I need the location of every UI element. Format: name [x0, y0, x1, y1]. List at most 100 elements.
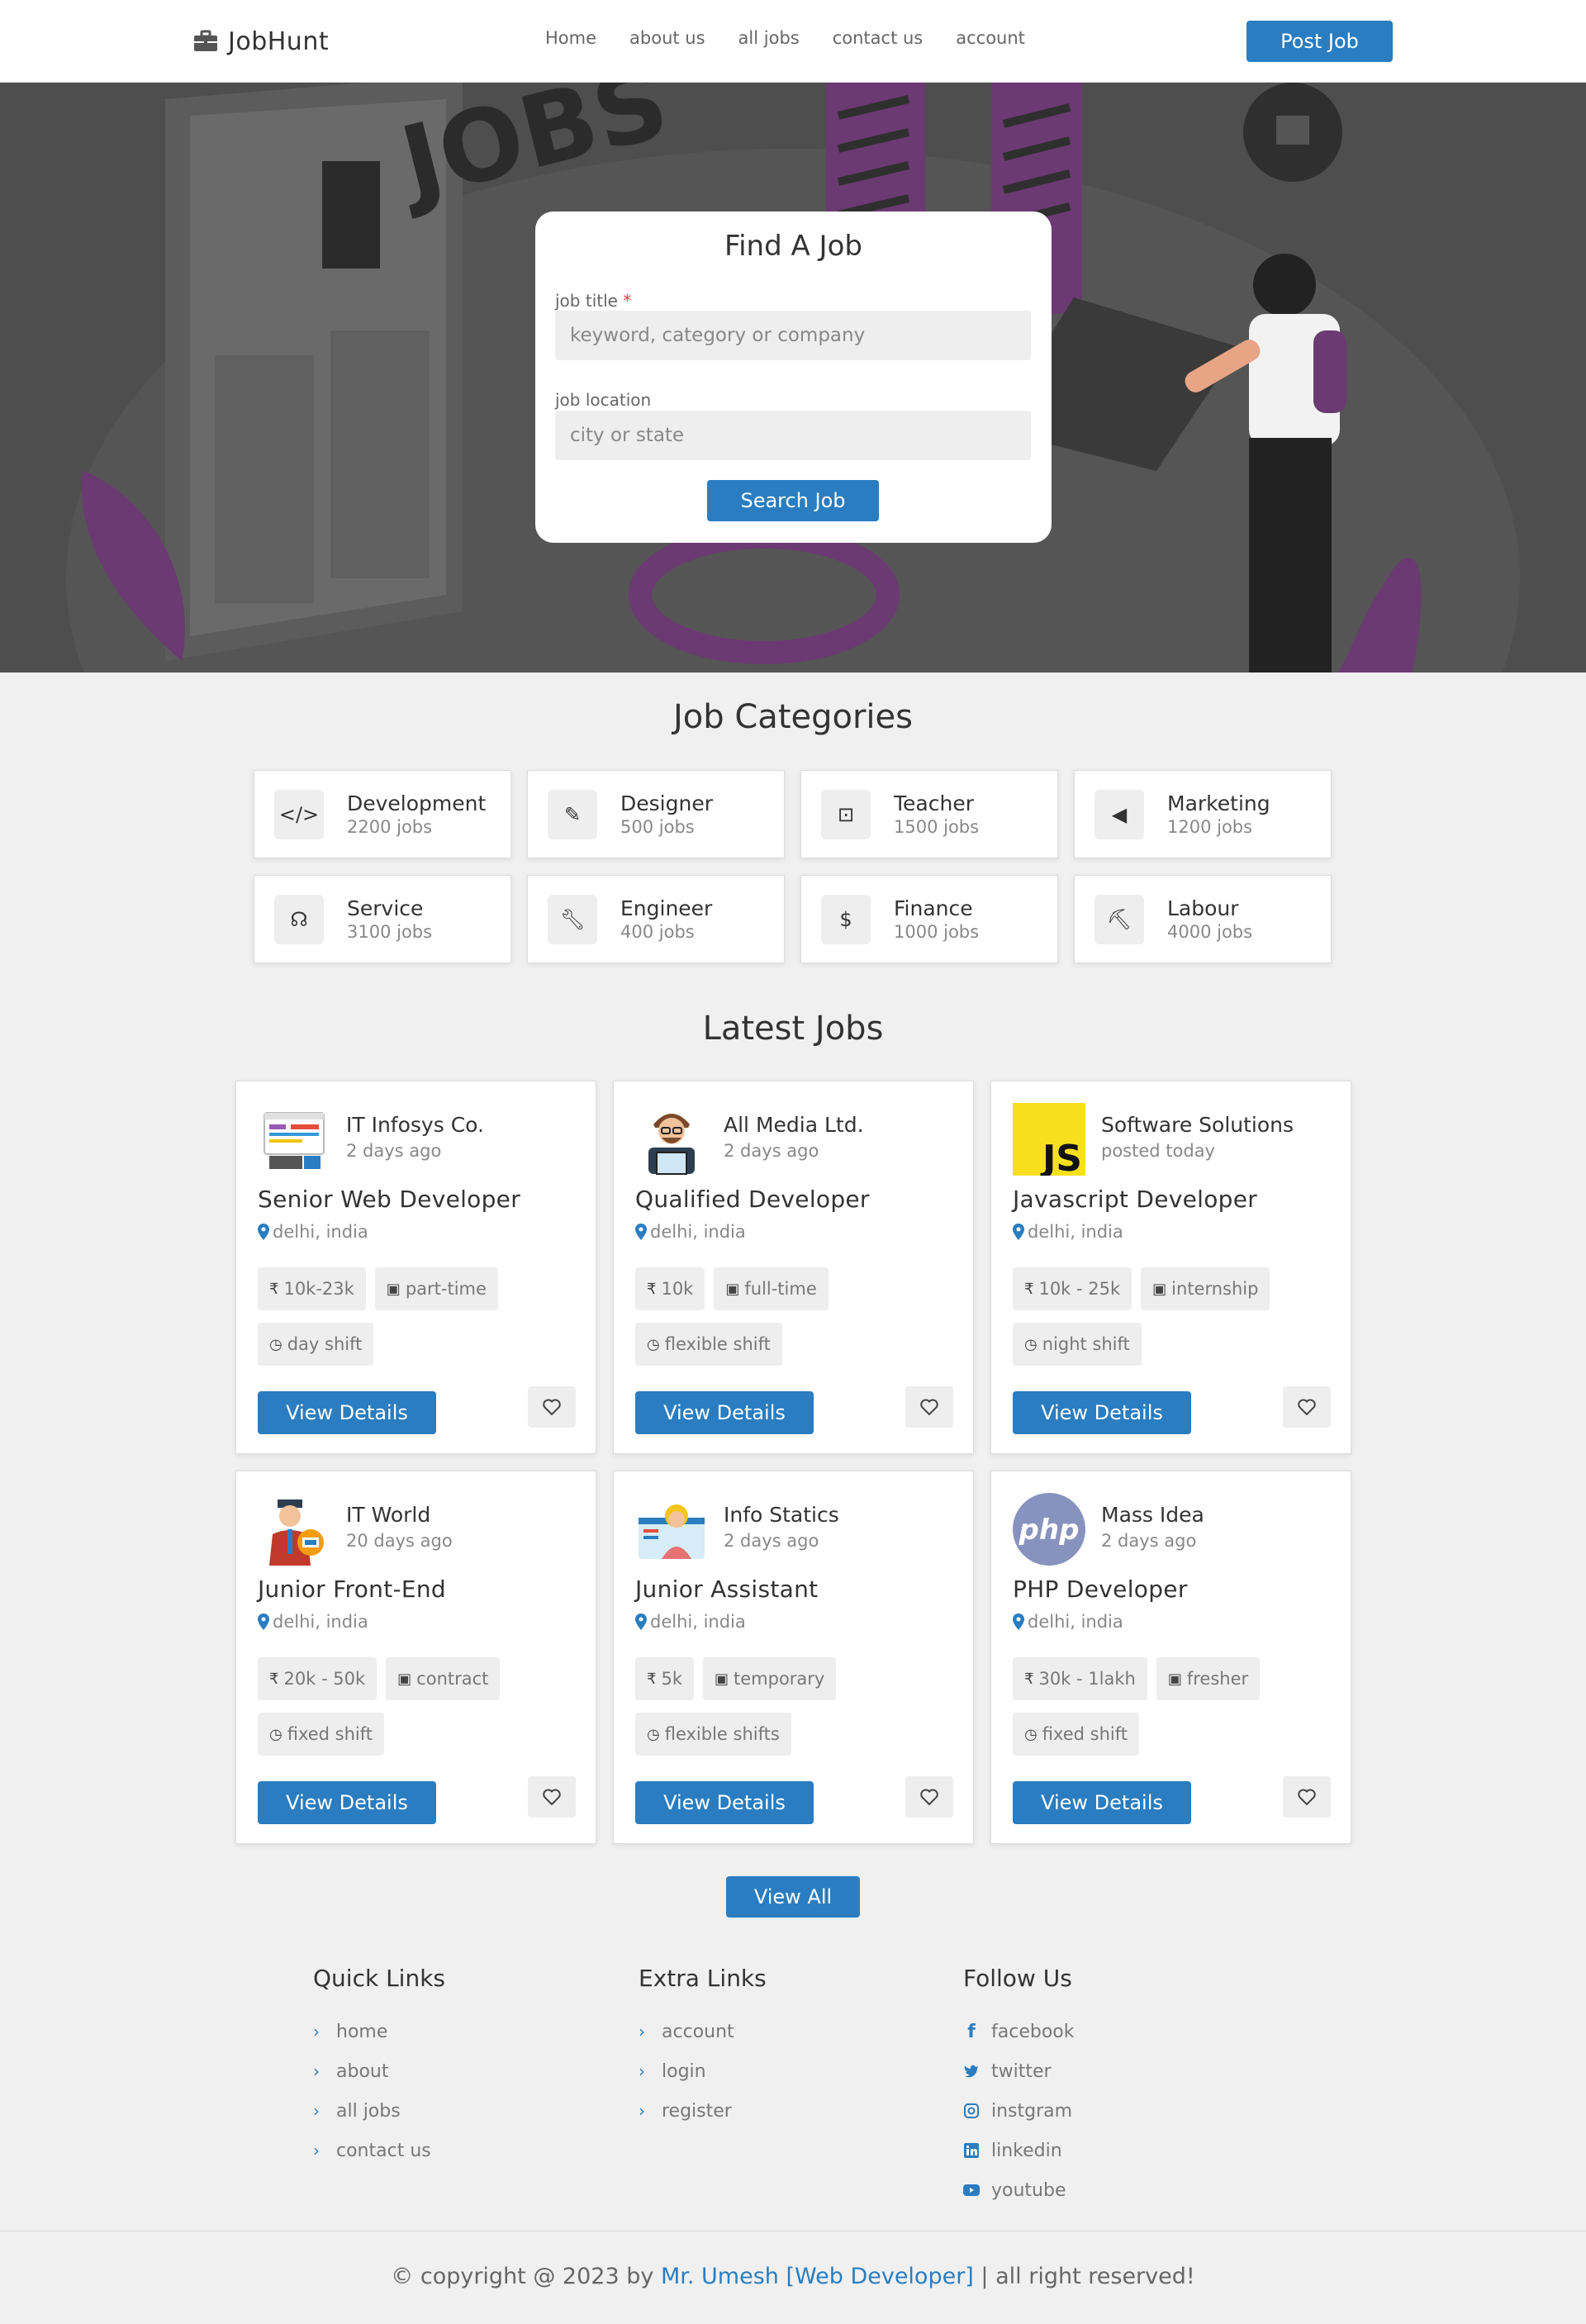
web-dev-illustration	[264, 1112, 325, 1169]
footer-link-login[interactable]: › login	[639, 2051, 767, 2091]
briefcase-icon: ▣	[397, 1670, 412, 1688]
category-card-designer[interactable]: ✎ Designer 500 jobs	[527, 770, 785, 858]
category-count: 1500 jobs	[894, 817, 980, 837]
footer-link-all-jobs[interactable]: › all jobs	[313, 2091, 445, 2131]
location-text: delhi, india	[650, 1612, 746, 1632]
nav-contact[interactable]: contact us	[833, 28, 924, 48]
view-details-button[interactable]: View Details	[258, 1391, 436, 1434]
job-type-tag: ▣ fresher	[1156, 1657, 1261, 1700]
job-title[interactable]: Javascript Developer	[1013, 1186, 1257, 1213]
company-name: IT Infosys Co.	[346, 1113, 484, 1137]
nav-home[interactable]: Home	[545, 28, 596, 48]
headset-icon: ☊	[274, 894, 324, 944]
view-details-button[interactable]: View Details	[635, 1391, 814, 1434]
clock-icon: ◷	[1024, 1335, 1038, 1353]
social-link-youtube[interactable]: youtube	[963, 2170, 1074, 2210]
shift-text: flexible shift	[664, 1334, 771, 1354]
social-link-label: linkedin	[991, 2140, 1062, 2161]
category-card-finance[interactable]: $ Finance 1000 jobs	[800, 875, 1058, 963]
code-icon: </>	[274, 789, 324, 839]
job-title-label: job title *	[555, 291, 631, 311]
job-title[interactable]: Senior Web Developer	[258, 1186, 520, 1213]
view-details-button[interactable]: View Details	[1013, 1391, 1191, 1434]
footer-link-register[interactable]: › register	[639, 2091, 767, 2131]
brand-logo[interactable]: JobHunt	[193, 23, 329, 59]
category-count: 400 jobs	[620, 922, 695, 942]
job-type-tag: ▣ temporary	[702, 1657, 837, 1700]
footer-link-about[interactable]: › about	[313, 2051, 445, 2091]
chevron-right-icon: ›	[639, 2101, 645, 2121]
save-job-button[interactable]	[1283, 1386, 1331, 1428]
developer-avatar	[648, 1114, 695, 1175]
view-details-button[interactable]: View Details	[258, 1781, 436, 1824]
category-card-labour[interactable]: ⛏ Labour 4000 jobs	[1074, 875, 1332, 963]
category-card-development[interactable]: </> Development 2200 jobs	[254, 770, 511, 858]
category-card-teacher[interactable]: ⊡ Teacher 1500 jobs	[800, 770, 1058, 858]
company-name: Mass Idea	[1101, 1503, 1204, 1527]
save-job-button[interactable]	[528, 1776, 576, 1818]
social-link-facebook[interactable]: f facebook	[963, 2012, 1074, 2051]
map-pin-icon	[1013, 1224, 1024, 1240]
chevron-right-icon: ›	[639, 2061, 645, 2081]
social-link-linkedin[interactable]: linkedin	[963, 2131, 1074, 2170]
posted-date: 2 days ago	[724, 1531, 819, 1551]
rupee-icon: ₹	[647, 1670, 657, 1688]
category-name: Development	[347, 791, 487, 815]
shift-tag: ◷ flexible shift	[635, 1323, 782, 1366]
footer-link-contact[interactable]: › contact us	[313, 2131, 445, 2170]
clock-icon: ◷	[647, 1335, 660, 1353]
post-job-button[interactable]: Post Job	[1246, 21, 1393, 62]
job-title[interactable]: Qualified Developer	[635, 1186, 870, 1213]
category-count: 3100 jobs	[347, 922, 433, 942]
briefcase-icon: ▣	[725, 1280, 740, 1298]
save-job-button[interactable]	[905, 1776, 953, 1818]
job-title-label-text: job title	[555, 291, 618, 311]
salary-text: 10k - 25k	[1038, 1279, 1121, 1299]
location-text: delhi, india	[650, 1222, 746, 1242]
category-card-engineer[interactable]: 🔧︎ Engineer 400 jobs	[527, 875, 785, 963]
category-name: Designer	[620, 791, 713, 815]
job-title-input[interactable]	[555, 311, 1031, 360]
category-card-marketing[interactable]: ◀ Marketing 1200 jobs	[1074, 770, 1332, 858]
job-title[interactable]: Junior Assistant	[635, 1575, 818, 1603]
nav-about[interactable]: about us	[629, 28, 705, 48]
job-title[interactable]: Junior Front-End	[258, 1575, 446, 1603]
category-name: Marketing	[1167, 791, 1270, 815]
briefcase-icon: ▣	[714, 1670, 729, 1688]
footer-quick-links: Quick Links › home › about › all jobs › cont…	[313, 1965, 445, 2170]
company-name: Software Solutions	[1101, 1113, 1294, 1137]
view-details-button[interactable]: View Details	[635, 1781, 814, 1824]
shift-text: fixed shift	[1042, 1724, 1128, 1744]
social-link-twitter[interactable]: twitter	[963, 2051, 1074, 2091]
job-tags: ₹10k ▣ full-time ◷ flexible shift	[635, 1267, 966, 1366]
save-job-button[interactable]	[905, 1386, 953, 1428]
nav-all-jobs[interactable]: all jobs	[738, 28, 800, 48]
view-details-button[interactable]: View Details	[1013, 1781, 1191, 1824]
map-pin-icon	[635, 1613, 647, 1630]
shift-tag: ◷ fixed shift	[1013, 1713, 1139, 1756]
category-name: Engineer	[620, 896, 713, 920]
location-text: delhi, india	[273, 1612, 368, 1632]
job-type-text: internship	[1171, 1279, 1259, 1299]
search-job-button[interactable]: Search Job	[707, 480, 879, 521]
footer-link-label: register	[662, 2100, 732, 2122]
save-job-button[interactable]	[1283, 1776, 1331, 1818]
facebook-icon: f	[967, 2021, 976, 2042]
author-link[interactable]: Mr. Umesh [Web Developer]	[661, 2264, 974, 2289]
job-title[interactable]: PHP Developer	[1013, 1575, 1188, 1603]
clock-icon: ◷	[1024, 1725, 1038, 1743]
svg-text:php: php	[1019, 1514, 1080, 1547]
nav-account[interactable]: account	[956, 28, 1025, 48]
job-card: Info Statics 2 days ago Junior Assistant…	[613, 1471, 974, 1844]
megaphone-icon: ◀	[1095, 789, 1144, 839]
social-link-instagram[interactable]: instgram	[963, 2091, 1074, 2131]
footer-link-home[interactable]: › home	[313, 2012, 445, 2051]
category-card-service[interactable]: ☊ Service 3100 jobs	[254, 875, 511, 963]
footer-link-account[interactable]: › account	[639, 2012, 767, 2051]
job-location-input[interactable]	[555, 411, 1031, 460]
category-count: 2200 jobs	[347, 817, 433, 837]
clock-icon: ◷	[269, 1725, 283, 1743]
save-job-button[interactable]	[528, 1386, 576, 1428]
posted-date: posted today	[1101, 1141, 1215, 1161]
view-all-jobs-button[interactable]: View All	[726, 1876, 860, 1918]
